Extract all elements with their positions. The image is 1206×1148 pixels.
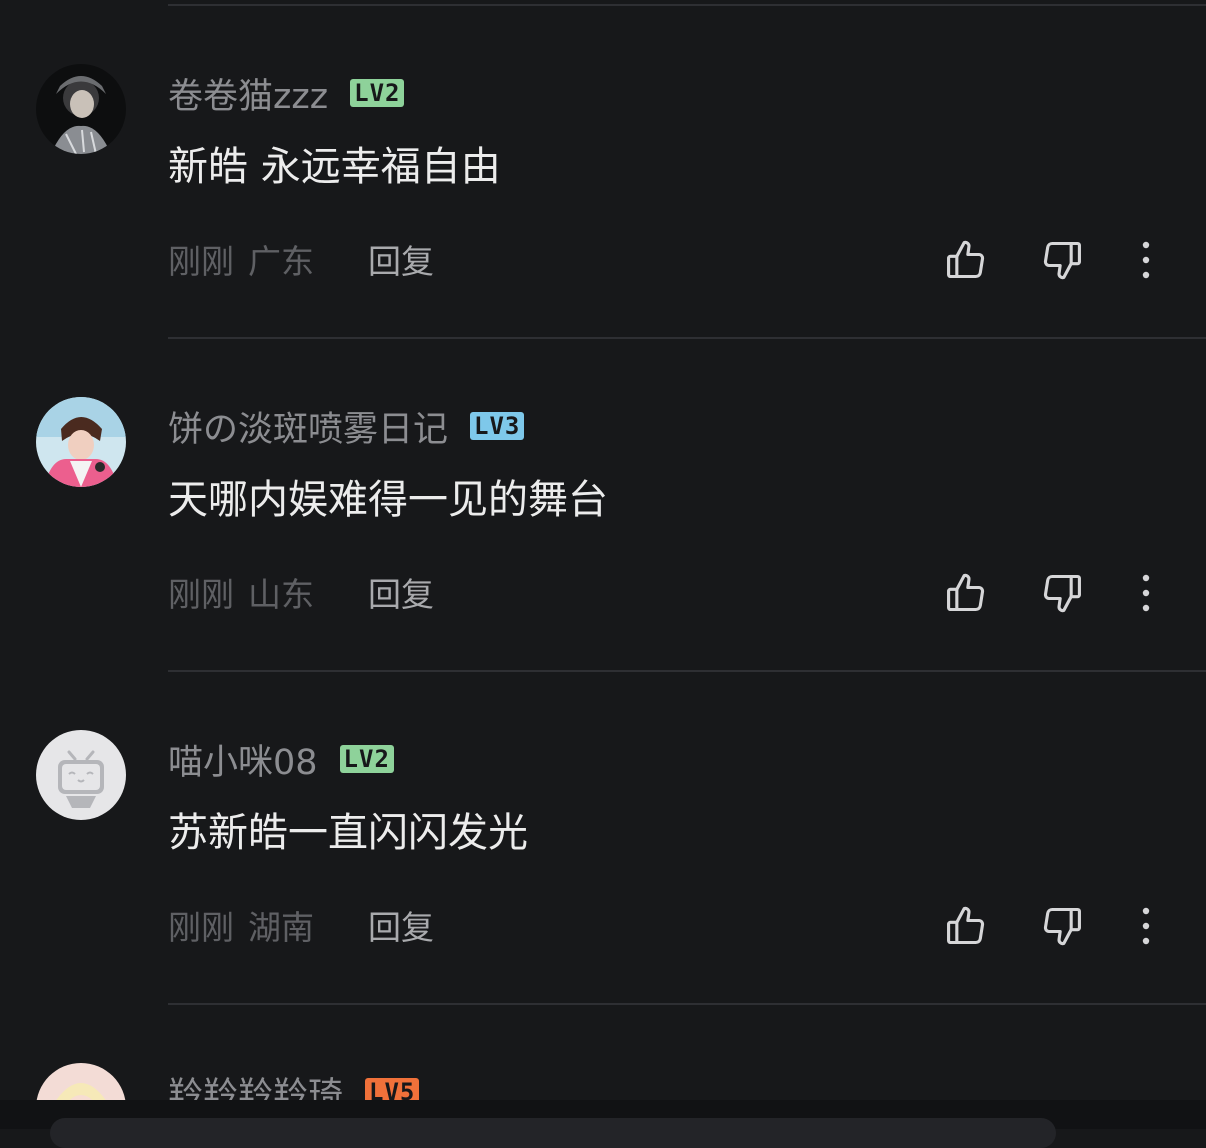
avatar[interactable] [36, 397, 126, 487]
dislike-button[interactable] [1038, 902, 1086, 950]
more-button[interactable] [1122, 569, 1170, 617]
dislike-button[interactable] [1038, 236, 1086, 284]
avatar[interactable] [36, 1063, 126, 1100]
comment-text: 新皓 永远幸福自由 [168, 144, 501, 190]
comment-meta: 刚刚 湖南 回复 [168, 900, 434, 950]
avatar[interactable] [36, 730, 126, 820]
thumbs-up-icon [947, 573, 985, 612]
thumbs-up-icon [947, 906, 985, 945]
like-button[interactable] [942, 902, 990, 950]
comment-time: 刚刚 [168, 908, 234, 947]
divider-top [168, 4, 1206, 6]
username-row: 卷卷猫zzz LV2 [168, 68, 405, 119]
reply-button[interactable]: 回复 [368, 235, 434, 283]
comment-time: 刚刚 [168, 575, 234, 614]
thumbs-down-icon [1043, 241, 1081, 280]
more-vertical-icon [1142, 907, 1150, 945]
username[interactable]: 饼の淡斑喷雾日记 [168, 401, 448, 452]
thumbs-up-icon [947, 240, 985, 279]
avatar[interactable] [36, 64, 126, 154]
divider [168, 337, 1206, 339]
thumbs-down-icon [1043, 907, 1081, 946]
reply-button[interactable]: 回复 [368, 901, 434, 949]
more-vertical-icon [1142, 574, 1150, 612]
username[interactable]: 羚羚羚羚琦 [168, 1067, 343, 1101]
level-badge: LV2 [339, 745, 394, 773]
level-badge: LV5 [365, 1078, 420, 1100]
thumbs-down-icon [1043, 574, 1081, 613]
more-button[interactable] [1122, 902, 1170, 950]
comment-text: 天哪内娱难得一见的舞台 [168, 477, 608, 523]
username-row: 饼の淡斑喷雾日记 LV3 [168, 401, 525, 452]
comment-meta: 刚刚 山东 回复 [168, 567, 434, 617]
username[interactable]: 卷卷猫zzz [168, 68, 328, 119]
level-badge: LV3 [470, 412, 525, 440]
divider [168, 670, 1206, 672]
bottom-bar [0, 1100, 1206, 1148]
username-row: 羚羚羚羚琦 LV5 [168, 1067, 420, 1101]
comment-item: 饼の淡斑喷雾日记 LV3 天哪内娱难得一见的舞台 刚刚 山东 回复 [0, 397, 1206, 697]
comment-location: 山东 [248, 575, 314, 614]
dislike-button[interactable] [1038, 569, 1086, 617]
comment-input-bar[interactable] [50, 1118, 1056, 1148]
comment-text: 苏新皓一直闪闪发光 [168, 810, 528, 856]
reply-button[interactable]: 回复 [368, 568, 434, 616]
like-button[interactable] [942, 236, 990, 284]
username[interactable]: 喵小咪08 [168, 734, 318, 785]
like-button[interactable] [942, 569, 990, 617]
username-row: 喵小咪08 LV2 [168, 734, 394, 784]
comment-item: 喵小咪08 LV2 苏新皓一直闪闪发光 刚刚 湖南 回复 [0, 730, 1206, 1030]
more-vertical-icon [1142, 241, 1150, 279]
comment-location: 湖南 [248, 908, 314, 947]
level-badge: LV2 [350, 79, 405, 107]
comment-location: 广东 [248, 242, 314, 281]
comment-meta: 刚刚 广东 回复 [168, 234, 434, 284]
divider [168, 1003, 1206, 1005]
comment-item: 卷卷猫zzz LV2 新皓 永远幸福自由 刚刚 广东 回复 [0, 64, 1206, 364]
comment-item: 羚羚羚羚琦 LV5 [0, 1063, 1206, 1100]
more-button[interactable] [1122, 236, 1170, 284]
comment-time: 刚刚 [168, 242, 234, 281]
